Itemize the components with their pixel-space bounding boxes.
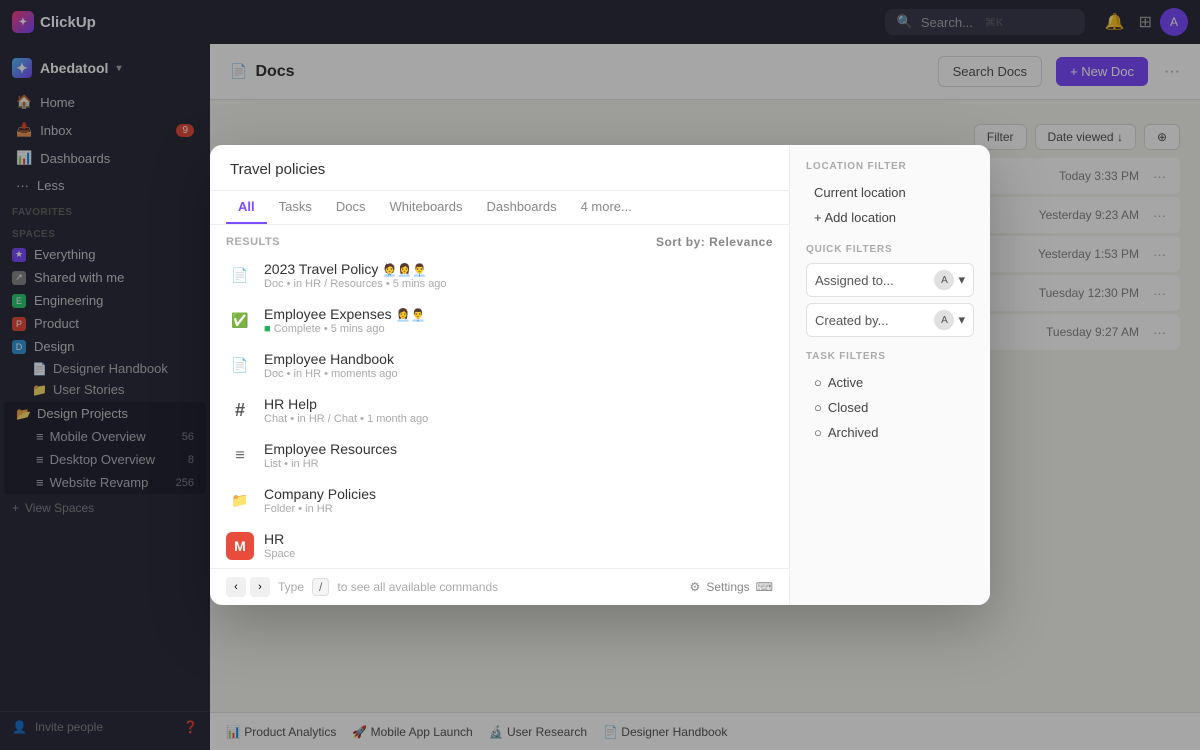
modal-footer: ‹ › Type / to see all available commands… xyxy=(210,568,789,605)
assigned-to-label: Assigned to... xyxy=(815,273,894,288)
search-modal: Travel policies All Tasks Docs Whiteboar… xyxy=(210,145,990,605)
result-item[interactable]: 📁 Company Policies Folder • in HR xyxy=(210,478,789,523)
tab-more[interactable]: 4 more... xyxy=(569,191,644,224)
result-item[interactable]: ✅ Employee Expenses 👩‍💼👨‍💼 ■ Complete • … xyxy=(210,298,789,343)
filter-label: Active xyxy=(828,375,863,390)
modal-left-panel: Travel policies All Tasks Docs Whiteboar… xyxy=(210,145,790,605)
tab-all[interactable]: All xyxy=(226,191,267,224)
modal-right-panel: LOCATION FILTER Current location + Add l… xyxy=(790,145,990,605)
result-icon: 📄 xyxy=(226,262,254,290)
quick-filters-title: QUICK FILTERS xyxy=(806,244,974,255)
location-filter-title: LOCATION FILTER xyxy=(806,161,974,172)
result-body: Employee Expenses 👩‍💼👨‍💼 ■ Complete • 5 … xyxy=(264,306,773,335)
result-meta: ■ Complete • 5 mins ago xyxy=(264,323,773,335)
result-body: HR Space xyxy=(264,531,773,560)
result-meta: Space xyxy=(264,548,773,560)
created-avatar: A xyxy=(934,310,954,330)
tab-tasks[interactable]: Tasks xyxy=(267,191,324,224)
modal-tabs: All Tasks Docs Whiteboards Dashboards 4 … xyxy=(210,191,789,225)
result-title: HR xyxy=(264,531,773,547)
result-body: 2023 Travel Policy 🧑‍💼👩‍💼👨‍💼 Doc • in HR… xyxy=(264,261,773,290)
result-title: Employee Resources xyxy=(264,441,773,457)
result-icon: 📄 xyxy=(226,352,254,380)
assigned-to-dropdown[interactable]: Assigned to... A ▾ xyxy=(806,263,974,297)
result-item[interactable]: M HR Space xyxy=(210,523,789,568)
settings-icon: ⚙ xyxy=(690,580,701,594)
created-by-dropdown[interactable]: Created by... A ▾ xyxy=(806,303,974,337)
result-body: Employee Resources List • in HR xyxy=(264,441,773,470)
type-label: Type xyxy=(278,580,304,594)
hint-text: to see all available commands xyxy=(337,580,498,594)
result-meta: Doc • in HR / Resources • 5 mins ago xyxy=(264,278,773,290)
sort-label: Sort by: Relevance xyxy=(656,235,773,249)
modal-overlay[interactable]: Travel policies All Tasks Docs Whiteboar… xyxy=(0,0,1200,750)
nav-buttons: ‹ › xyxy=(226,577,270,597)
task-filter-active[interactable]: ○ Active xyxy=(806,370,974,395)
result-meta: Doc • in HR • moments ago xyxy=(264,368,773,380)
results-label: RESULTS Sort by: Relevance xyxy=(210,225,789,253)
result-body: Company Policies Folder • in HR xyxy=(264,486,773,515)
result-title: Employee Handbook xyxy=(264,351,773,367)
nav-prev-button[interactable]: ‹ xyxy=(226,577,246,597)
result-icon: M xyxy=(226,532,254,560)
filter-label: Closed xyxy=(828,400,868,415)
result-item[interactable]: 📄 Employee Handbook Doc • in HR • moment… xyxy=(210,343,789,388)
assigned-avatar: A xyxy=(934,270,954,290)
modal-search-bar: Travel policies xyxy=(210,145,789,191)
results-list: 📄 2023 Travel Policy 🧑‍💼👩‍💼👨‍💼 Doc • in … xyxy=(210,253,789,568)
dropdown-chevron: ▾ xyxy=(958,312,965,328)
result-icon: 📁 xyxy=(226,487,254,515)
modal-search-query[interactable]: Travel policies xyxy=(230,161,769,178)
tab-whiteboards[interactable]: Whiteboards xyxy=(377,191,474,224)
filter-label: Archived xyxy=(828,425,879,440)
task-filters-title: TASK FILTERS xyxy=(806,351,974,362)
filter-icon: ○ xyxy=(814,400,822,415)
created-by-label: Created by... xyxy=(815,313,888,328)
slash-label: / xyxy=(312,578,329,596)
result-meta: Folder • in HR xyxy=(264,503,773,515)
result-item[interactable]: # HR Help Chat • in HR / Chat • 1 month … xyxy=(210,388,789,433)
keyboard-icon: ⌨ xyxy=(756,580,773,594)
result-body: HR Help Chat • in HR / Chat • 1 month ag… xyxy=(264,396,773,425)
result-meta: Chat • in HR / Chat • 1 month ago xyxy=(264,413,773,425)
filter-icon: ○ xyxy=(814,375,822,390)
result-title: HR Help xyxy=(264,396,773,412)
result-title: 2023 Travel Policy 🧑‍💼👩‍💼👨‍💼 xyxy=(264,261,773,277)
result-item[interactable]: ≡ Employee Resources List • in HR xyxy=(210,433,789,478)
dropdown-chevron: ▾ xyxy=(958,272,965,288)
result-icon: ≡ xyxy=(226,442,254,470)
nav-next-button[interactable]: › xyxy=(250,577,270,597)
filter-icon: ○ xyxy=(814,425,822,440)
task-filter-archived[interactable]: ○ Archived xyxy=(806,420,974,445)
result-item[interactable]: 📄 2023 Travel Policy 🧑‍💼👩‍💼👨‍💼 Doc • in … xyxy=(210,253,789,298)
result-icon: # xyxy=(226,397,254,425)
result-body: Employee Handbook Doc • in HR • moments … xyxy=(264,351,773,380)
result-title: Employee Expenses 👩‍💼👨‍💼 xyxy=(264,306,773,322)
tab-docs[interactable]: Docs xyxy=(324,191,378,224)
result-title: Company Policies xyxy=(264,486,773,502)
settings-label: Settings xyxy=(706,580,749,594)
current-location-option[interactable]: Current location xyxy=(806,180,974,205)
tab-dashboards[interactable]: Dashboards xyxy=(474,191,568,224)
result-icon: ✅ xyxy=(226,307,254,335)
task-filter-closed[interactable]: ○ Closed xyxy=(806,395,974,420)
add-location-option[interactable]: + Add location xyxy=(806,205,974,230)
settings-button[interactable]: ⚙ Settings ⌨ xyxy=(690,580,773,594)
result-meta: List • in HR xyxy=(264,458,773,470)
